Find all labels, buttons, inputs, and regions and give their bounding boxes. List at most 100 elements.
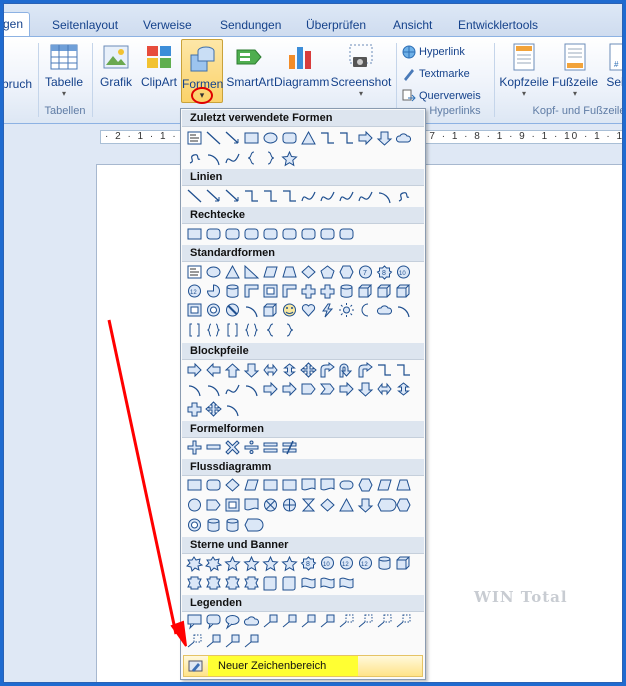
shape-rrect-icon[interactable] xyxy=(261,225,280,243)
shape-calll-icon[interactable] xyxy=(261,612,280,630)
shape-callld-icon[interactable] xyxy=(337,612,356,630)
formen-button[interactable]: Formen ▾ xyxy=(181,39,223,104)
shape-ell-icon[interactable] xyxy=(204,263,223,281)
shape-mult-icon[interactable] xyxy=(223,438,242,456)
shape-callld-icon[interactable] xyxy=(185,632,204,650)
shape-callld-icon[interactable] xyxy=(356,612,375,630)
shape-rrect-icon[interactable] xyxy=(204,225,223,243)
tab-sendungen[interactable]: Sendungen xyxy=(214,14,287,36)
shape-bolt-icon[interactable] xyxy=(318,301,337,319)
shape-hex-icon[interactable] xyxy=(337,263,356,281)
shape-calll-icon[interactable] xyxy=(223,632,242,650)
shape-banner-icon[interactable] xyxy=(185,574,204,592)
shape-rect-icon[interactable] xyxy=(261,476,280,494)
shape-rb-icon[interactable] xyxy=(261,149,280,167)
shape-nosym-icon[interactable] xyxy=(223,301,242,319)
shape-cube-icon[interactable] xyxy=(375,282,394,300)
shape-calll-icon[interactable] xyxy=(242,632,261,650)
shape-bent-icon[interactable] xyxy=(356,361,375,379)
shape-term-icon[interactable] xyxy=(337,476,356,494)
shape-disp-icon[interactable] xyxy=(242,516,264,534)
shape-rrect-icon[interactable] xyxy=(242,225,261,243)
shape-la-icon[interactable] xyxy=(223,129,242,147)
shape-ln-icon[interactable] xyxy=(204,129,223,147)
seitenzahl-button[interactable]: # Seite xyxy=(600,41,622,89)
shape-donut-icon[interactable] xyxy=(204,301,223,319)
shape-star-icon[interactable] xyxy=(280,554,299,572)
shape-dar-icon[interactable] xyxy=(375,129,394,147)
shape-plus-icon[interactable] xyxy=(185,438,204,456)
shape-pent-icon[interactable] xyxy=(318,263,337,281)
shape-banner-icon[interactable] xyxy=(223,574,242,592)
shape-frame-icon[interactable] xyxy=(185,301,204,319)
shape-rrect-icon[interactable] xyxy=(223,225,242,243)
shape-calll-icon[interactable] xyxy=(318,612,337,630)
shape-disp-icon[interactable] xyxy=(375,496,397,514)
shape-trap-icon[interactable] xyxy=(394,476,413,494)
shape-elb-icon[interactable] xyxy=(375,361,394,379)
shape-rrect-icon[interactable] xyxy=(204,476,223,494)
shape-txt-icon[interactable] xyxy=(185,129,204,147)
shape-rrect-icon[interactable] xyxy=(280,225,299,243)
shape-br3-icon[interactable] xyxy=(204,321,223,339)
shape-lrar-icon[interactable] xyxy=(375,380,394,398)
shape-heart-icon[interactable] xyxy=(299,301,318,319)
shape-callld-icon[interactable] xyxy=(394,612,413,630)
shape-squig-icon[interactable] xyxy=(394,187,413,205)
shape-donut-icon[interactable] xyxy=(185,516,204,534)
shape-div-icon[interactable] xyxy=(242,438,261,456)
shape-dia-icon[interactable] xyxy=(299,263,318,281)
shape-elb-icon[interactable] xyxy=(280,187,299,205)
shape-moon-icon[interactable] xyxy=(356,301,375,319)
shape-scroll-icon[interactable] xyxy=(280,574,299,592)
shape-uar-icon[interactable] xyxy=(223,361,242,379)
shape-pie-icon[interactable] xyxy=(204,282,223,300)
shape-ell2-icon[interactable] xyxy=(242,282,261,300)
shape-n10-icon[interactable]: 10 xyxy=(318,554,337,572)
querverweis-button[interactable]: Querverweis xyxy=(402,89,481,103)
shape-elb-icon[interactable] xyxy=(337,129,356,147)
shape-rar-icon[interactable] xyxy=(280,380,299,398)
shape-cyl-icon[interactable] xyxy=(223,282,242,300)
shape-doc-icon[interactable] xyxy=(299,476,318,494)
shape-pentar-icon[interactable] xyxy=(299,380,318,398)
shape-br2-icon[interactable] xyxy=(223,321,242,339)
shape-ln-icon[interactable] xyxy=(185,187,204,205)
shape-calll-icon[interactable] xyxy=(204,632,223,650)
shape-tri-icon[interactable] xyxy=(223,263,242,281)
shape-wave-icon[interactable] xyxy=(318,574,337,592)
shape-frame-icon[interactable] xyxy=(261,282,280,300)
shape-cyl-icon[interactable] xyxy=(375,554,394,572)
shape-scroll-icon[interactable] xyxy=(261,574,280,592)
shape-br3-icon[interactable] xyxy=(242,321,261,339)
shape-bent-icon[interactable] xyxy=(318,361,337,379)
shape-elb-icon[interactable] xyxy=(318,129,337,147)
shape-br2-icon[interactable] xyxy=(185,321,204,339)
shape-banner-icon[interactable] xyxy=(242,574,261,592)
shape-calll-icon[interactable] xyxy=(280,612,299,630)
shape-hex-icon[interactable] xyxy=(394,496,413,514)
shape-curve-icon[interactable] xyxy=(356,187,375,205)
shape-arc-icon[interactable] xyxy=(394,301,413,319)
tabelle-button[interactable]: Tabelle ▾ xyxy=(42,41,86,98)
shape-curve-icon[interactable] xyxy=(337,187,356,205)
shape-la-icon[interactable] xyxy=(204,187,223,205)
shape-dia-icon[interactable] xyxy=(223,476,242,494)
shape-cyl-icon[interactable] xyxy=(223,516,242,534)
shape-lb-icon[interactable] xyxy=(261,321,280,339)
chevron-down-icon[interactable]: ▾ xyxy=(191,87,213,104)
shape-rar-icon[interactable] xyxy=(356,129,375,147)
shape-tri-icon[interactable] xyxy=(299,129,318,147)
diagramm-button[interactable]: Diagramm xyxy=(274,41,329,89)
shape-n10-icon[interactable]: 10 xyxy=(394,263,413,281)
shape-wave-icon[interactable] xyxy=(299,574,318,592)
tab-ueberpruefen[interactable]: Überprüfen xyxy=(300,14,372,36)
shape-lar-icon[interactable] xyxy=(204,361,223,379)
shape-curve-icon[interactable] xyxy=(299,187,318,205)
shape-cube-icon[interactable] xyxy=(394,282,413,300)
shape-rar-icon[interactable] xyxy=(185,361,204,379)
shape-dar-icon[interactable] xyxy=(356,380,375,398)
shape-minus-icon[interactable] xyxy=(204,438,223,456)
shape-neq-icon[interactable] xyxy=(280,438,299,456)
shape-calll-icon[interactable] xyxy=(299,612,318,630)
